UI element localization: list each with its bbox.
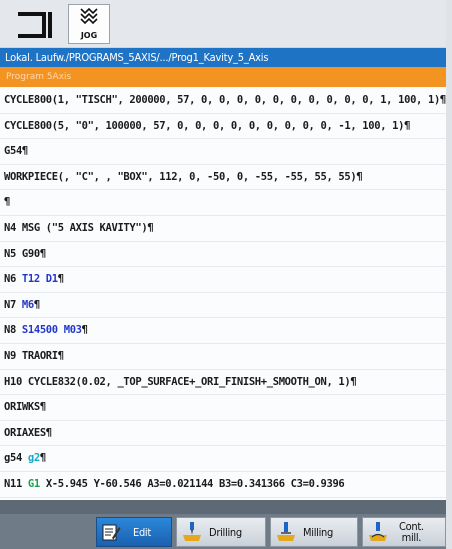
- program-line[interactable]: WORKPIECE(, "C", , "BOX", 112, 0, -50, 0…: [0, 165, 446, 191]
- milling-icon: [277, 522, 295, 541]
- cont-mill-label-line2: mill.: [401, 531, 422, 544]
- program-line[interactable]: N11 G1 X-5.945 Y-60.546 A3=0.021144 B3=0…: [0, 472, 446, 498]
- drilling-icon: [183, 522, 201, 541]
- cont-mill-softkey[interactable]: Cont. mill.: [362, 517, 446, 547]
- code-segment: H10 CYCLE832(0.02, _TOP_SURFACE+_ORI_FIN…: [4, 375, 357, 388]
- milling-softkey[interactable]: Milling: [270, 517, 358, 547]
- jog-mode-button[interactable]: JOG: [68, 4, 110, 44]
- code-segment: ¶: [4, 196, 10, 209]
- cont-mill-icon: [369, 522, 387, 541]
- code-segment: G54¶: [4, 145, 28, 158]
- cnc-editor-window: JOG Lokal. Laufw./PROGRAMS_5AXIS/.../Pro…: [0, 0, 446, 549]
- code-segment: CYCLE800(1, "TISCH", 200000, 57, 0, 0, 0…: [4, 94, 446, 106]
- code-segment: ¶: [57, 273, 64, 286]
- code-segment: ¶: [33, 298, 40, 311]
- program-status-text: Program 5Axis: [6, 72, 72, 82]
- code-segment: g2: [27, 452, 40, 465]
- code-segment: N8: [4, 324, 22, 337]
- top-toolbar: JOG: [0, 0, 446, 48]
- code-segment: WORKPIECE(, "C", , "BOX", 112, 0, -50, 0…: [4, 170, 363, 183]
- code-segment: ORIAXES¶: [4, 426, 52, 439]
- program-path: Lokal. Laufw./PROGRAMS_5AXIS/.../Prog1_K…: [0, 48, 446, 67]
- edit-icon: [102, 524, 121, 541]
- code-segment: CYCLE800(5, "0", 100000, 57, 0, 0, 0, 0,…: [4, 119, 411, 132]
- code-segment: N11: [4, 477, 28, 490]
- program-line[interactable]: N4 MSG ("5 AXIS KAVITY")¶: [0, 216, 446, 242]
- program-line[interactable]: N8 S14500 M03¶: [0, 318, 446, 344]
- program-line[interactable]: ¶: [0, 190, 446, 216]
- code-segment: N5 G90¶: [4, 247, 46, 260]
- code-segment: ¶: [39, 452, 46, 465]
- code-segment: S14500 M03: [21, 324, 82, 337]
- program-line[interactable]: N6 T12 D1¶: [0, 267, 446, 293]
- program-line[interactable]: H10 CYCLE832(0.02, _TOP_SURFACE+_ORI_FIN…: [0, 370, 446, 396]
- jog-icon: [80, 7, 98, 25]
- code-segment: N9 TRAORI¶: [4, 349, 64, 362]
- code-segment: N6: [4, 273, 22, 286]
- program-editor[interactable]: CYCLE800(1, "TISCH", 200000, 57, 0, 0, 0…: [0, 88, 446, 500]
- code-segment: N4 MSG ("5 AXIS KAVITY")¶: [4, 221, 154, 234]
- jog-label: JOG: [80, 31, 98, 40]
- program-line[interactable]: ORIWKS¶: [0, 395, 446, 421]
- code-segment: N7: [4, 298, 22, 311]
- program-line[interactable]: CYCLE800(1, "TISCH", 200000, 57, 0, 0, 0…: [0, 88, 446, 114]
- edit-softkey[interactable]: Edit: [96, 517, 172, 547]
- code-segment: M6: [21, 298, 34, 311]
- code-segment: ORIWKS¶: [4, 401, 46, 414]
- program-line[interactable]: N9 TRAORI¶: [0, 344, 446, 370]
- right-edge: [446, 0, 452, 549]
- drilling-softkey[interactable]: Drilling: [176, 517, 266, 547]
- milling-label: Milling: [303, 525, 333, 539]
- operating-area-button[interactable]: [14, 8, 60, 42]
- code-segment: T12 D1: [21, 273, 58, 286]
- cont-mill-label: Cont. mill.: [399, 521, 424, 543]
- code-segment: X-5.945 Y-60.546 A3=0.021144 B3=0.341366…: [39, 477, 345, 490]
- horizontal-separator: [0, 500, 446, 514]
- program-line[interactable]: N7 M6¶: [0, 293, 446, 319]
- program-line[interactable]: ORIAXES¶: [0, 421, 446, 447]
- program-line[interactable]: CYCLE800(5, "0", 100000, 57, 0, 0, 0, 0,…: [0, 114, 446, 140]
- drilling-label: Drilling: [209, 525, 242, 539]
- program-line[interactable]: g54 g2¶: [0, 446, 446, 472]
- code-segment: g54: [4, 452, 28, 465]
- code-segment: ¶: [81, 324, 88, 337]
- bracket-icon: [18, 12, 52, 38]
- program-status-bar: Program 5Axis: [0, 67, 446, 87]
- program-line[interactable]: G54¶: [0, 139, 446, 165]
- softkey-bar: Edit Drilling Milling Cont. mill.: [0, 514, 446, 549]
- code-segment: G1: [27, 477, 40, 490]
- edit-label: Edit: [133, 525, 151, 539]
- program-line[interactable]: N5 G90¶: [0, 242, 446, 268]
